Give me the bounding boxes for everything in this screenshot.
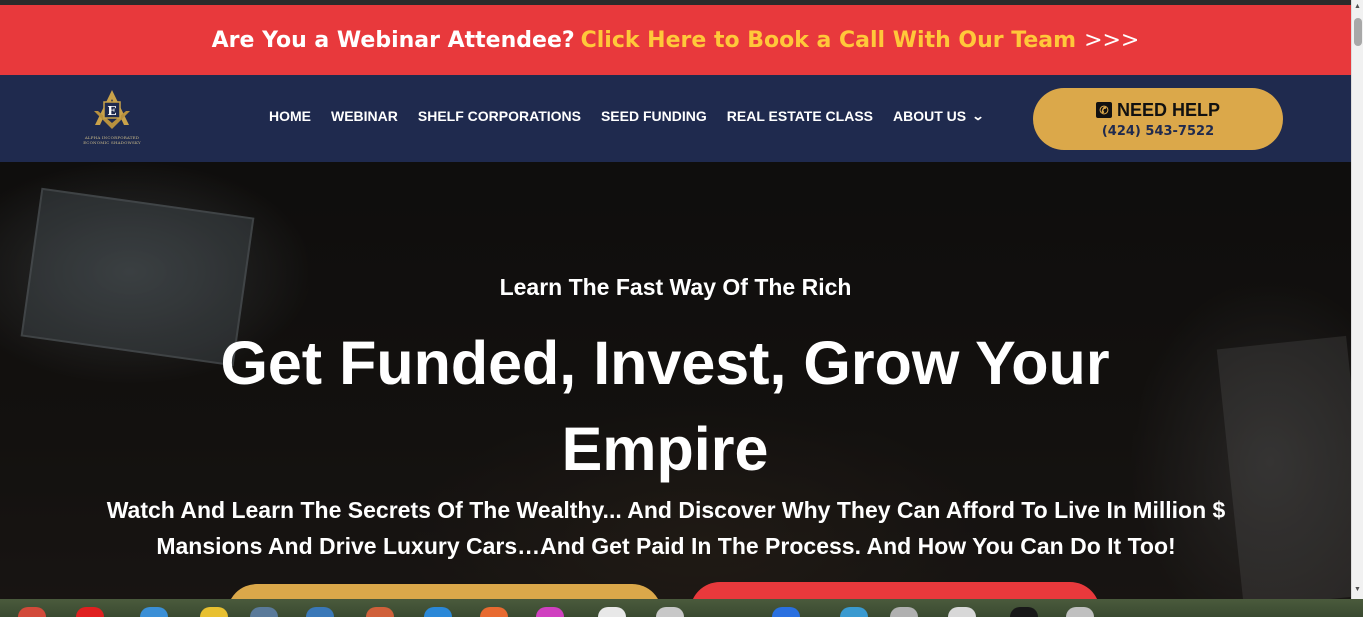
banner-question: Are You a Webinar Attendee? xyxy=(211,27,575,53)
taskbar-app-icon[interactable] xyxy=(140,607,168,617)
logo-caption: ALPHA INCORPORATED ECONOMIC SHADOWSKY xyxy=(82,135,142,145)
taskbar-app-icon[interactable] xyxy=(200,607,228,617)
taskbar-app-icon[interactable] xyxy=(1066,607,1094,617)
main-navigation: E ALPHA INCORPORATED ECONOMIC SHADOWSKY … xyxy=(0,75,1351,162)
nav-item-about-us-label: ABOUT US xyxy=(893,108,967,124)
phone-icon: ✆ xyxy=(1095,102,1112,118)
nav-item-about-us[interactable]: ABOUT US ⌄ xyxy=(893,108,985,124)
taskbar-app-icon[interactable] xyxy=(890,607,918,617)
site-logo[interactable]: E ALPHA INCORPORATED ECONOMIC SHADOWSKY xyxy=(82,87,142,151)
taskbar-app-icon[interactable] xyxy=(18,607,46,617)
os-taskbar xyxy=(0,599,1363,617)
logo-letter: E xyxy=(107,104,116,118)
taskbar-app-icon[interactable] xyxy=(1010,607,1038,617)
taskbar-app-icon[interactable] xyxy=(598,607,626,617)
help-phone-number: (424) 543-7522 xyxy=(1101,123,1215,139)
taskbar-app-icon[interactable] xyxy=(772,607,800,617)
taskbar-app-icon[interactable] xyxy=(306,607,334,617)
hero-section: Learn The Fast Way Of The Rich Get Funde… xyxy=(0,162,1351,599)
hero-secondary-cta-button[interactable] xyxy=(690,582,1100,599)
nav-item-webinar[interactable]: WEBINAR xyxy=(331,108,398,124)
taskbar-app-icon[interactable] xyxy=(366,607,394,617)
need-help-label: NEED HELP xyxy=(1116,99,1221,120)
taskbar-app-icon[interactable] xyxy=(424,607,452,617)
taskbar-app-icon[interactable] xyxy=(76,607,104,617)
page-scrollbar[interactable]: ▲ ▼ xyxy=(1351,0,1363,599)
logo-caption-line2: ECONOMIC SHADOWSKY xyxy=(83,140,141,145)
nav-item-shelf-corporations[interactable]: SHELF CORPORATIONS xyxy=(418,108,581,124)
hero-primary-cta-button[interactable] xyxy=(227,584,662,599)
nav-menu: HOME WEBINAR SHELF CORPORATIONS SEED FUN… xyxy=(269,108,985,124)
hero-headline: Get Funded, Invest, Grow Your Empire xyxy=(220,329,1110,483)
taskbar-app-icon[interactable] xyxy=(536,607,564,617)
scroll-down-arrow-icon[interactable]: ▼ xyxy=(1354,586,1361,593)
hero-subheadline: Watch And Learn The Secrets Of The Wealt… xyxy=(106,497,1226,559)
need-help-row: ✆ NEED HELP xyxy=(1095,99,1221,121)
taskbar-app-icon[interactable] xyxy=(250,607,278,617)
nav-item-home[interactable]: HOME xyxy=(269,108,311,124)
book-call-link[interactable]: Click Here to Book a Call With Our Team xyxy=(581,28,1076,53)
banner-arrows: >>> xyxy=(1084,27,1140,53)
scroll-up-arrow-icon[interactable]: ▲ xyxy=(1354,3,1361,10)
need-help-button[interactable]: ✆ NEED HELP (424) 543-7522 xyxy=(1033,88,1283,150)
hero-eyebrow: Learn The Fast Way Of The Rich xyxy=(499,274,852,300)
taskbar-app-icon[interactable] xyxy=(948,607,976,617)
taskbar-app-icon[interactable] xyxy=(840,607,868,617)
taskbar-app-icon[interactable] xyxy=(480,607,508,617)
masonic-compass-icon: E xyxy=(94,90,130,129)
taskbar-app-icon[interactable] xyxy=(656,607,684,617)
nav-item-seed-funding[interactable]: SEED FUNDING xyxy=(601,108,707,124)
webinar-banner: Are You a Webinar Attendee? Click Here t… xyxy=(0,5,1351,75)
nav-item-real-estate-class[interactable]: REAL ESTATE CLASS xyxy=(727,108,873,124)
scrollbar-thumb[interactable] xyxy=(1354,18,1362,46)
chevron-down-icon[interactable]: ⌄ xyxy=(972,109,985,123)
